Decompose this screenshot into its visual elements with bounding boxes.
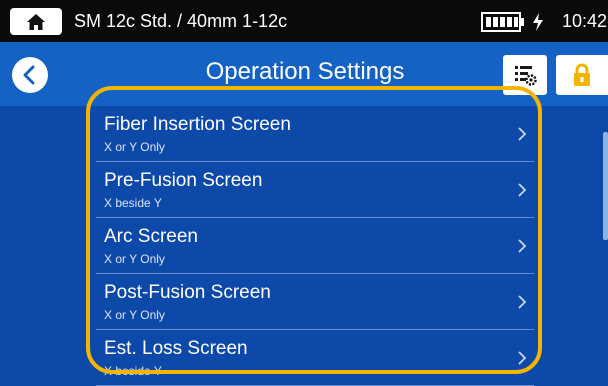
lock-icon [574, 63, 590, 86]
chevron-right-icon [518, 127, 527, 141]
list-gear-icon [515, 66, 537, 86]
battery-icon [481, 12, 524, 32]
list-item-pre-fusion[interactable]: Pre-Fusion Screen X beside Y [96, 162, 534, 218]
item-value: X or Y Only [104, 140, 165, 154]
battery-indicator [481, 11, 545, 33]
item-label: Arc Screen [104, 226, 198, 247]
chevron-right-icon [518, 183, 527, 197]
back-button[interactable] [12, 57, 48, 93]
chevron-right-icon [518, 239, 527, 253]
scrollbar-thumb[interactable] [603, 132, 608, 240]
list-item-est-loss[interactable]: Est. Loss Screen X beside Y [96, 330, 534, 386]
header-bar: Operation Settings [0, 42, 608, 106]
status-time: 10:42 [562, 11, 608, 31]
item-label: Fiber Insertion Screen [104, 114, 291, 135]
settings-list: Fiber Insertion Screen X or Y Only Pre-F… [96, 106, 546, 386]
list-item-arc[interactable]: Arc Screen X or Y Only [96, 218, 534, 274]
home-icon [27, 13, 45, 30]
lightning-icon [533, 13, 543, 31]
status-title: SM 12c Std. / 40mm 1-12c [74, 11, 288, 31]
item-value: X or Y Only [104, 252, 165, 266]
item-label: Pre-Fusion Screen [104, 170, 263, 191]
item-value: X beside Y [104, 364, 162, 378]
chevron-left-icon [23, 65, 35, 85]
item-label: Est. Loss Screen [104, 338, 248, 359]
list-settings-button[interactable] [503, 55, 547, 95]
home-button[interactable] [10, 8, 62, 35]
list-item-post-fusion[interactable]: Post-Fusion Screen X or Y Only [96, 274, 534, 330]
item-value: X beside Y [104, 196, 162, 210]
page-title: Operation Settings [205, 58, 405, 85]
list-item-fiber-insertion[interactable]: Fiber Insertion Screen X or Y Only [96, 106, 534, 162]
status-bar: SM 12c Std. / 40mm 1-12c 10:42 [0, 0, 608, 42]
lock-button[interactable] [556, 55, 608, 95]
item-value: X or Y Only [104, 308, 165, 322]
item-label: Post-Fusion Screen [104, 282, 271, 303]
chevron-right-icon [518, 351, 527, 365]
chevron-right-icon [518, 295, 527, 309]
